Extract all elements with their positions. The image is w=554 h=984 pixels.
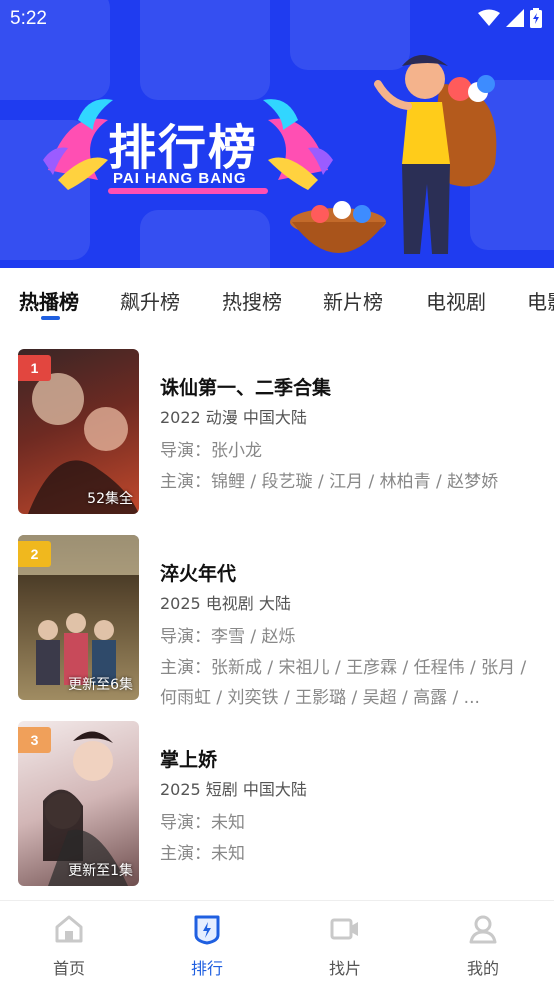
poster-image[interactable]: 2 更新至6集 bbox=[18, 535, 139, 700]
page: 5:22 排行榜 PAI HANG BANG 热播榜 飙升榜 热搜榜 新片榜 电… bbox=[0, 0, 554, 984]
bottom-navigation: 首页 排行 找片 我的 bbox=[0, 900, 554, 984]
tab-hot-search[interactable]: 热搜榜 bbox=[222, 286, 282, 315]
item-director: 导演：李雪 / 赵烁 bbox=[160, 627, 296, 647]
nav-home-label: 首页 bbox=[52, 959, 85, 978]
rank-badge: 1 bbox=[18, 355, 51, 381]
item-director: 导演：未知 bbox=[160, 813, 245, 833]
item-meta: 2025 短剧 中国大陆 bbox=[160, 780, 307, 799]
video-camera-icon bbox=[330, 918, 358, 940]
rank-badge: 3 bbox=[18, 727, 51, 753]
item-title[interactable]: 诛仙第一、二季合集 bbox=[160, 373, 331, 400]
item-meta: 2022 动漫 中国大陆 bbox=[160, 408, 307, 427]
item-title[interactable]: 淬火年代 bbox=[160, 559, 236, 586]
tab-movie[interactable]: 电影 bbox=[527, 286, 554, 315]
episode-badge: 更新至6集 bbox=[68, 677, 133, 693]
episode-badge: 52集全 bbox=[87, 491, 133, 507]
item-director: 导演：张小龙 bbox=[160, 441, 262, 461]
poster-image[interactable]: 3 更新至1集 bbox=[18, 721, 139, 886]
ranking-tabs: 热播榜 飙升榜 热搜榜 新片榜 电视剧 电影 bbox=[0, 268, 554, 328]
item-cast: 主演：未知 bbox=[160, 844, 245, 864]
rank-badge: 2 bbox=[18, 541, 51, 567]
item-cast: 主演：张新成 / 宋祖儿 / 王彦霖 / 任程伟 / 张月 / 何雨虹 / 刘奕… bbox=[160, 658, 527, 708]
nav-ranking-label: 排行 bbox=[190, 959, 223, 978]
nav-find[interactable]: 找片 bbox=[276, 901, 414, 984]
poster-image[interactable]: 1 52集全 bbox=[18, 349, 139, 514]
tab-rising[interactable]: 飙升榜 bbox=[120, 286, 180, 315]
episode-badge: 更新至1集 bbox=[68, 863, 133, 879]
tab-tv-series[interactable]: 电视剧 bbox=[426, 286, 486, 315]
signal-icon bbox=[506, 9, 524, 27]
battery-icon bbox=[530, 8, 542, 28]
banner-character-illustration bbox=[290, 55, 497, 254]
status-time: 5:22 bbox=[10, 8, 47, 29]
ranking-list-item[interactable]: 2 更新至6集 淬火年代 2025 电视剧 大陆 导演：李雪 / 赵烁 主演：张… bbox=[0, 535, 554, 708]
ranking-list-item[interactable]: 3 更新至1集 掌上娇 2025 短剧 中国大陆 导演：未知 主演：未知 bbox=[0, 721, 554, 889]
item-meta: 2025 电视剧 大陆 bbox=[160, 594, 291, 613]
item-cast: 主演：锦鲤 / 段艺璇 / 江月 / 林柏青 / 赵梦娇 bbox=[160, 472, 499, 492]
item-title[interactable]: 掌上娇 bbox=[160, 745, 217, 772]
ranking-banner: 5:22 排行榜 PAI HANG BANG bbox=[0, 0, 554, 268]
nav-profile-label: 我的 bbox=[466, 959, 499, 978]
ranking-list-item[interactable]: 1 52集全 诛仙第一、二季合集 2022 动漫 中国大陆 导演：张小龙 主演：… bbox=[0, 349, 554, 517]
wifi-icon bbox=[478, 9, 500, 26]
banner-decor bbox=[140, 210, 270, 268]
status-icons bbox=[478, 8, 542, 28]
user-icon bbox=[469, 915, 497, 944]
home-icon bbox=[55, 915, 83, 943]
tab-hot-play[interactable]: 热播榜 bbox=[19, 286, 79, 315]
banner-subtitle: PAI HANG BANG bbox=[113, 170, 247, 187]
ranking-icon bbox=[194, 915, 220, 945]
tab-new-release[interactable]: 新片榜 bbox=[323, 286, 383, 315]
nav-profile[interactable]: 我的 bbox=[414, 901, 552, 984]
nav-ranking[interactable]: 排行 bbox=[138, 901, 276, 984]
banner-title: 排行榜 bbox=[108, 120, 259, 176]
nav-home[interactable]: 首页 bbox=[0, 901, 138, 984]
tab-active-indicator bbox=[41, 316, 60, 320]
nav-find-label: 找片 bbox=[328, 959, 361, 978]
status-bar: 5:22 bbox=[0, 0, 554, 38]
